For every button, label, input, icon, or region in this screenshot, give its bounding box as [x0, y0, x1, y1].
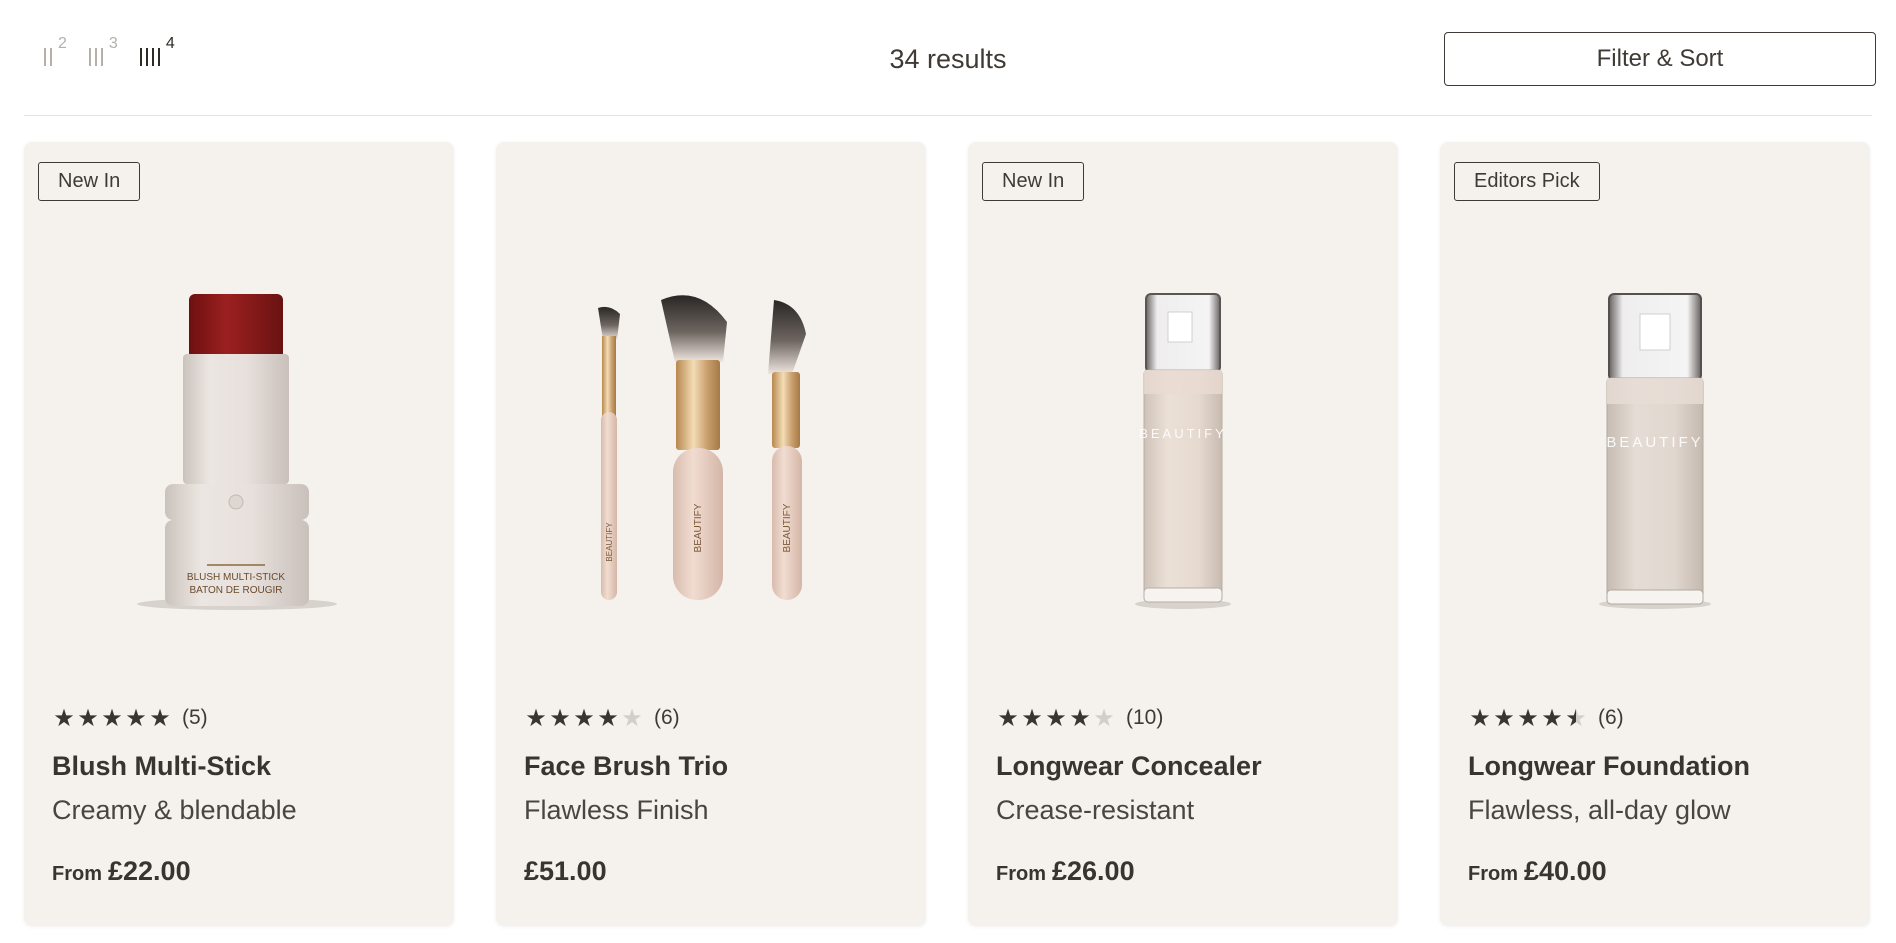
editors-pick-badge: Editors Pick	[1454, 162, 1600, 201]
product-name[interactable]: Face Brush Trio	[524, 751, 728, 782]
star-half-icon: ★	[1565, 704, 1587, 732]
review-count: (6)	[1598, 706, 1624, 729]
product-description: Crease-resistant	[996, 795, 1195, 825]
longwear-concealer-image: BEAUTIFY	[1135, 293, 1231, 609]
star-icon: ★	[149, 704, 171, 732]
review-count: (6)	[654, 706, 680, 729]
new-in-badge: New In	[38, 162, 141, 201]
brush-brand-3: BEAUTIFY	[782, 503, 793, 552]
star-icon: ★	[1493, 704, 1515, 732]
price-from: From	[1468, 863, 1518, 885]
rating: ★ ★ ★ ★ ★ (6)	[1468, 704, 1624, 732]
cap	[189, 294, 283, 360]
star-icon: ★	[1469, 704, 1491, 732]
star-icon: ★	[125, 704, 147, 732]
product-grid: New In BLUSH MULTI-STICK BATON DE ROUGIR…	[24, 142, 1872, 928]
star-icon: ★	[1021, 704, 1043, 732]
star-icon: ★	[1517, 704, 1539, 732]
star-icon: ★	[1069, 704, 1091, 732]
product-card-longwear-concealer[interactable]: New In BEAUTIFY ★ ★ ★ ★ ★ (10) Longwear …	[968, 142, 1398, 926]
blush-multi-stick-image: BLUSH MULTI-STICK BATON DE ROUGIR	[137, 294, 337, 610]
price-from: From	[52, 863, 102, 885]
rating: ★ ★ ★ ★ ★ (6)	[524, 704, 680, 732]
rating: ★ ★ ★ ★ ★ (10)	[996, 706, 1163, 730]
product-card-blush-multi-stick[interactable]: New In BLUSH MULTI-STICK BATON DE ROUGIR…	[24, 142, 454, 926]
filter-sort-button[interactable]: Filter & Sort	[1444, 32, 1876, 86]
product-name[interactable]: Longwear Foundation	[1468, 751, 1750, 782]
product-name[interactable]: Longwear Concealer	[996, 751, 1262, 782]
product-price: £51.00	[524, 856, 607, 887]
new-in-badge: New In	[982, 162, 1085, 201]
star-empty-icon: ★	[621, 704, 643, 732]
star-icon: ★	[549, 704, 571, 732]
star-icon: ★	[525, 704, 547, 732]
product-price: From £22.00	[52, 856, 191, 887]
product-card-longwear-foundation[interactable]: Editors Pick BEAUTIFY ★ ★ ★ ★ ★ (6) Long…	[1440, 142, 1870, 926]
brush-brand-1: BEAUTIFY	[605, 522, 614, 562]
review-count: (5)	[182, 706, 208, 729]
bottle-brand: BEAUTIFY	[1606, 434, 1703, 451]
product-name[interactable]: Blush Multi-Stick	[52, 751, 271, 782]
star-icon: ★	[1045, 704, 1067, 732]
face-brush-trio-image: BEAUTIFY BEAUTIFY BEAUTIFY	[598, 295, 806, 600]
star-icon: ★	[1541, 704, 1563, 732]
star-icon: ★	[597, 704, 619, 732]
product-description: Flawless Finish	[524, 795, 709, 825]
stick-label-2: BATON DE ROUGIR	[190, 585, 283, 596]
price-amount: £22.00	[108, 856, 191, 886]
product-card-face-brush-trio[interactable]: BEAUTIFY BEAUTIFY BEAUTIFY ★ ★ ★ ★ ★ (6)…	[496, 142, 926, 926]
price-amount: £26.00	[1052, 856, 1135, 886]
results-toolbar: 2 3 4 34 results Filter & Sort	[24, 0, 1876, 116]
review-count: (10)	[1126, 706, 1164, 729]
brush-brand-2: BEAUTIFY	[693, 503, 704, 552]
price-amount: £51.00	[524, 856, 607, 886]
stick-label-1: BLUSH MULTI-STICK	[187, 572, 285, 583]
product-price: From £40.00	[1468, 856, 1607, 887]
star-icon: ★	[77, 704, 99, 732]
upper-body	[183, 354, 289, 484]
star-empty-icon: ★	[1093, 704, 1115, 732]
product-description: Flawless, all-day glow	[1468, 795, 1731, 825]
product-description: Creamy & blendable	[52, 795, 297, 825]
bottle-brand: BEAUTIFY	[1139, 426, 1227, 441]
star-icon: ★	[997, 704, 1019, 732]
star-icon: ★	[101, 704, 123, 732]
product-price: From £26.00	[996, 856, 1135, 887]
star-icon: ★	[53, 704, 75, 732]
price-amount: £40.00	[1524, 856, 1607, 886]
longwear-foundation-image: BEAUTIFY	[1599, 293, 1711, 609]
star-icon: ★	[573, 704, 595, 732]
results-count: 34 results	[889, 44, 1007, 74]
rating: ★ ★ ★ ★ ★ (5)	[52, 704, 208, 732]
price-from: From	[996, 863, 1046, 885]
